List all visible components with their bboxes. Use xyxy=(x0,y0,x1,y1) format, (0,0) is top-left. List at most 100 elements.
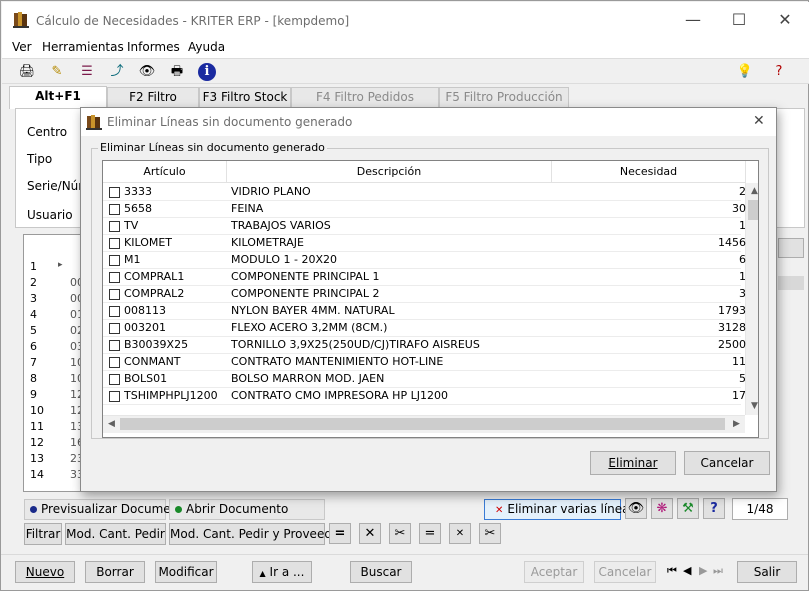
maximize-icon[interactable]: ☐ xyxy=(716,8,762,32)
mod-cant-pedir-button[interactable]: Mod. Cant. Pedir xyxy=(65,523,166,545)
previsualizar-documento-button[interactable]: Previsualizar Documento xyxy=(24,499,190,520)
aceptar-button[interactable]: Aceptar xyxy=(524,561,584,583)
app-books-icon xyxy=(13,11,29,28)
pencil-icon[interactable]: ✎ xyxy=(48,63,66,81)
tab-filtro-comun[interactable]: F2 Filtro Común xyxy=(107,87,199,123)
nuevo-button[interactable]: Nuevo xyxy=(15,561,75,583)
row-checkbox[interactable] xyxy=(109,204,120,215)
modificar-button[interactable]: Modificar xyxy=(155,561,217,583)
abrir-documento-button[interactable]: Abrir Documento xyxy=(169,499,325,520)
export-icon[interactable]: ⤴ xyxy=(108,63,126,81)
tree-icon[interactable]: ☰ xyxy=(78,63,96,81)
menu-herramientas[interactable]: Herramientas xyxy=(42,40,124,54)
tab-filtro-stock[interactable]: F3 Filtro Stock xyxy=(199,87,291,108)
menu-ayuda[interactable]: Ayuda xyxy=(188,40,225,54)
last-record-icon[interactable]: ⏭ xyxy=(713,564,723,578)
tab-filtro-produccion[interactable]: F5 Filtro Producción xyxy=(439,87,569,108)
network-icon[interactable]: ❋ xyxy=(651,498,673,519)
row-checkbox[interactable] xyxy=(109,255,120,266)
articulo-cell: TV xyxy=(124,219,139,232)
borrar-button[interactable]: Borrar xyxy=(85,561,145,583)
column-header-necesidad[interactable]: Necesidad xyxy=(552,161,746,183)
times-small-icon[interactable]: ✕ xyxy=(449,523,471,544)
list-item[interactable]: COMPRAL2 COMPONENTE PRINCIPAL 2 3 xyxy=(103,286,746,303)
printer-icon[interactable]: 🖨 xyxy=(18,63,36,81)
row-checkbox[interactable] xyxy=(109,323,120,334)
scroll-right-icon[interactable]: ▶ xyxy=(728,416,745,433)
row-checkbox[interactable] xyxy=(109,357,120,368)
row-checkbox[interactable] xyxy=(109,187,120,198)
row-checkbox[interactable] xyxy=(109,238,120,249)
background-grid-side-button[interactable] xyxy=(778,238,804,258)
row-checkbox[interactable] xyxy=(109,221,120,232)
row-checkbox[interactable] xyxy=(109,306,120,317)
help-question-icon[interactable]: ? xyxy=(703,498,725,519)
list-item[interactable]: CONMANT CONTRATO MANTENIMIENTO HOT-LINE 11 xyxy=(103,354,746,371)
necesidad-cell: 3 xyxy=(739,287,746,300)
row-checkbox[interactable] xyxy=(109,289,120,300)
list-item[interactable]: 008113 NYLON BAYER 4MM. NATURAL 1793 xyxy=(103,303,746,320)
vertical-scrollbar[interactable]: ▲ ▼ xyxy=(745,183,758,415)
row-checkbox[interactable] xyxy=(109,272,120,283)
row-checkbox[interactable] xyxy=(109,374,120,385)
grid-row-number: 12 xyxy=(30,436,44,449)
necesidad-cell: 1456 xyxy=(718,236,746,249)
scroll-up-icon[interactable]: ▲ xyxy=(746,183,758,200)
scissors-small-icon[interactable]: ✂ xyxy=(479,523,501,544)
preview-eye-icon[interactable]: 👁 xyxy=(138,63,156,81)
list-item[interactable]: TV TRABAJOS VARIOS 1 xyxy=(103,218,746,235)
mod-cant-pedir-proveedor-button[interactable]: Mod. Cant. Pedir y Proveedor xyxy=(169,523,344,545)
eliminar-varias-lineas-button[interactable]: ✕ Eliminar varias líneas xyxy=(484,499,636,520)
ir-a-button[interactable]: ▲ Ir a ... xyxy=(252,561,312,583)
list-item[interactable]: TSHIMPHPLJ1200 CONTRATO CMO IMPRESORA HP … xyxy=(103,388,746,405)
horizontal-scrollbar[interactable]: ◀ ▶ xyxy=(103,415,745,433)
eliminar-button[interactable]: Eliminar xyxy=(590,451,676,475)
column-header-articulo[interactable]: Artículo xyxy=(103,161,227,183)
previous-record-icon[interactable]: ◀ xyxy=(683,564,691,577)
row-checkbox[interactable] xyxy=(109,340,120,351)
horizontal-scroll-thumb[interactable] xyxy=(120,418,725,430)
printer-setup-icon[interactable]: 🖶 xyxy=(168,63,186,81)
help-red-icon[interactable]: ? xyxy=(770,63,788,81)
background-grid-scroll-thumb[interactable] xyxy=(778,276,804,290)
tab-general[interactable]: Alt+F1 General xyxy=(9,86,107,122)
cancelar-footer-button[interactable]: Cancelar xyxy=(594,561,656,583)
scroll-down-icon[interactable]: ▼ xyxy=(746,398,758,415)
green-dot-icon xyxy=(175,506,182,513)
menu-ver[interactable]: Ver xyxy=(12,40,32,54)
tools-icon[interactable]: ⚒ xyxy=(677,498,699,519)
column-header-descripcion[interactable]: Descripción xyxy=(227,161,552,183)
list-item[interactable]: B30039X25 TORNILLO 3,9X25(250UD/CJ)TIRAFO… xyxy=(103,337,746,354)
list-item[interactable]: 3333 VIDRIO PLANO 2 xyxy=(103,184,746,201)
list-item[interactable]: 003201 FLEXO ACERO 3,2MM (8CM.) 3128 xyxy=(103,320,746,337)
dialog-close-icon[interactable]: ✕ xyxy=(753,113,765,129)
buscar-button[interactable]: Buscar xyxy=(350,561,412,583)
preview-eye-button-icon[interactable]: 👁 xyxy=(625,498,647,519)
articulo-cell: COMPRAL2 xyxy=(124,287,185,300)
first-record-icon[interactable]: ⏮ xyxy=(667,564,677,578)
salir-button[interactable]: Salir xyxy=(737,561,797,583)
row-checkbox[interactable] xyxy=(109,391,120,402)
times-icon[interactable]: ✕ xyxy=(359,523,381,544)
scroll-left-icon[interactable]: ◀ xyxy=(103,416,120,433)
list-item[interactable]: BOLS01 BOLSO MARRON MOD. JAEN 5 xyxy=(103,371,746,388)
tab-filtro-pedidos-clientes[interactable]: F4 Filtro Pedidos Clientes xyxy=(291,87,439,123)
list-item[interactable]: M1 MODULO 1 - 20X20 6 xyxy=(103,252,746,269)
next-record-icon[interactable]: ▶ xyxy=(699,564,707,577)
filtrar-button[interactable]: Filtrar xyxy=(24,523,62,545)
vertical-scroll-thumb[interactable] xyxy=(748,200,758,220)
dialog-title-bar: Eliminar Líneas sin documento generado ✕ xyxy=(81,108,776,136)
cancelar-button[interactable]: Cancelar xyxy=(684,451,770,475)
lightbulb-icon[interactable]: 💡 xyxy=(736,63,754,81)
scissors-icon[interactable]: ✂ xyxy=(389,523,411,544)
info-icon[interactable]: i xyxy=(198,63,216,81)
list-item[interactable]: KILOMET KILOMETRAJE 1456 xyxy=(103,235,746,252)
list-item[interactable]: 5658 FEINA 30 xyxy=(103,201,746,218)
equals-small-icon[interactable]: = xyxy=(419,523,441,544)
equals-icon[interactable]: = xyxy=(329,523,351,544)
minimize-icon[interactable]: — xyxy=(670,8,716,32)
articulo-cell: M1 xyxy=(124,253,141,266)
close-icon[interactable]: ✕ xyxy=(762,8,808,32)
list-item[interactable]: COMPRAL1 COMPONENTE PRINCIPAL 1 1 xyxy=(103,269,746,286)
menu-informes[interactable]: Informes xyxy=(127,40,180,54)
